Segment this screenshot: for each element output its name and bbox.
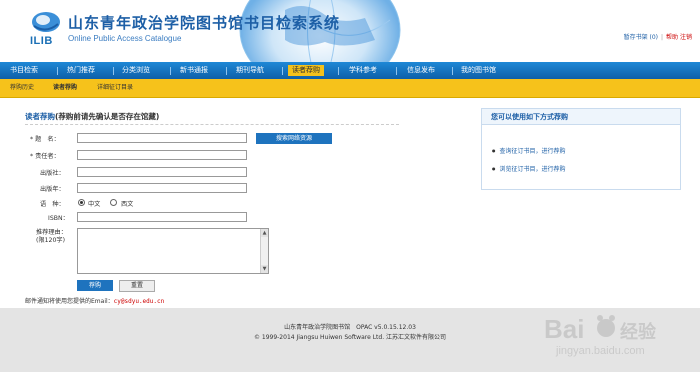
- logout-link[interactable]: 注销: [680, 34, 692, 41]
- scroll-up-icon[interactable]: ▲: [261, 229, 268, 237]
- subnav-recommend-history[interactable]: 荐购历史: [10, 79, 34, 97]
- scroll-down-icon[interactable]: ▼: [261, 265, 268, 273]
- help-link[interactable]: 帮助: [666, 34, 678, 41]
- logo-text: ILIB: [30, 35, 53, 47]
- required-marker: *: [30, 136, 34, 143]
- author-input[interactable]: [77, 150, 247, 160]
- top-links: 暂存书架 (0) | 帮助 注销: [623, 34, 692, 41]
- textarea-scrollbar[interactable]: ▲ ▼: [260, 229, 268, 273]
- side-link-search-catalog[interactable]: 查询征订书目，进行荐购: [492, 146, 566, 155]
- side-link-browse-catalog[interactable]: 浏览征订书目，进行荐购: [492, 164, 566, 173]
- main-content: 读者荐购(荐购前请先确认是否存在馆藏) * 题 名： 搜索网络资源 * 责任者：…: [0, 98, 700, 308]
- isbn-label: ISBN：: [48, 215, 69, 222]
- required-marker: *: [30, 153, 34, 160]
- subnav-reader-recommend[interactable]: 读者荐购: [53, 79, 77, 97]
- year-input[interactable]: [77, 183, 247, 193]
- language-western-label: 西文: [121, 201, 134, 208]
- nav-item-reader-recommend[interactable]: 读者荐购: [288, 65, 324, 76]
- email-notice-text: 邮件通知将使用您提供的Email：: [25, 298, 114, 305]
- sub-nav: 荐购历史 读者荐购 详细征订目录: [0, 79, 700, 98]
- site-title: 山东青年政治学院图书馆书目检索系统: [68, 14, 341, 32]
- reason-limit: (限120字): [36, 237, 66, 244]
- main-nav: 书目检索 热门推荐 分类浏览 新书通报 期刊导航 读者荐购 学科参考 信息发布 …: [0, 62, 700, 79]
- year-label: 出版年：: [40, 186, 65, 193]
- nav-item-announcements[interactable]: 信息发布: [407, 62, 435, 79]
- logo-icon: [32, 12, 60, 32]
- title-input[interactable]: [77, 133, 247, 143]
- title-label-text: 题 名：: [35, 136, 60, 143]
- nav-item-catalog-search[interactable]: 书目检索: [10, 62, 38, 79]
- reset-button[interactable]: 重置: [119, 280, 155, 292]
- watermark-brand: Bai: [544, 314, 584, 344]
- side-panel-title: 您可以使用如下方式荐购: [482, 109, 680, 125]
- title-label: * 题 名：: [30, 134, 60, 143]
- isbn-input[interactable]: [77, 212, 247, 222]
- subnav-order-catalog[interactable]: 详细征订目录: [97, 79, 133, 97]
- divider: [25, 124, 399, 125]
- site-header: ILIB 山东青年政治学院图书馆书目检索系统 Online Public Acc…: [0, 0, 700, 62]
- bookshelf-link[interactable]: 暂存书架 (0): [624, 34, 658, 41]
- nav-item-category-browse[interactable]: 分类浏览: [122, 62, 150, 79]
- watermark-url: jingyan.baidu.com: [555, 345, 645, 357]
- language-chinese-label: 中文: [88, 201, 101, 208]
- reason-textarea[interactable]: ▲ ▼: [77, 228, 269, 274]
- nav-item-hot-recommend[interactable]: 热门推荐: [67, 62, 95, 79]
- author-label-text: 责任者：: [35, 153, 60, 160]
- email-address: cy@sdyu.edu.cn: [113, 298, 165, 305]
- nav-item-subject-reference[interactable]: 学科参考: [349, 62, 377, 79]
- form-title-text: 读者荐购: [25, 112, 55, 121]
- publisher-input[interactable]: [77, 167, 247, 177]
- side-panel: 您可以使用如下方式荐购 查询征订书目，进行荐购 浏览征订书目，进行荐购: [481, 108, 681, 190]
- form-title: 读者荐购(荐购前请先确认是否存在馆藏): [25, 111, 159, 122]
- language-label: 语 种：: [40, 201, 65, 208]
- publisher-label: 出版社：: [40, 170, 65, 177]
- language-radio-chinese[interactable]: [78, 199, 85, 206]
- nav-item-journals[interactable]: 期刊导航: [236, 62, 264, 79]
- form-note: (荐购前请先确认是否存在馆藏): [55, 112, 160, 121]
- search-network-button[interactable]: 搜索网络资源: [256, 133, 332, 144]
- site-subtitle: Online Public Access Catalogue: [68, 34, 182, 43]
- language-radio-western[interactable]: [110, 199, 117, 206]
- email-notice: 邮件通知将使用您提供的Email：cy@sdyu.edu.cn: [25, 296, 164, 305]
- watermark-brand2: 经验: [620, 321, 657, 343]
- submit-recommend-button[interactable]: 荐购: [77, 280, 113, 291]
- paw-icon: [597, 315, 615, 337]
- nav-item-my-library[interactable]: 我的图书馆: [461, 62, 496, 79]
- nav-item-new-books[interactable]: 新书通报: [180, 62, 208, 79]
- baidu-watermark: Bai 经验 jingyan.baidu.com: [544, 314, 657, 357]
- author-label: * 责任者：: [30, 151, 60, 160]
